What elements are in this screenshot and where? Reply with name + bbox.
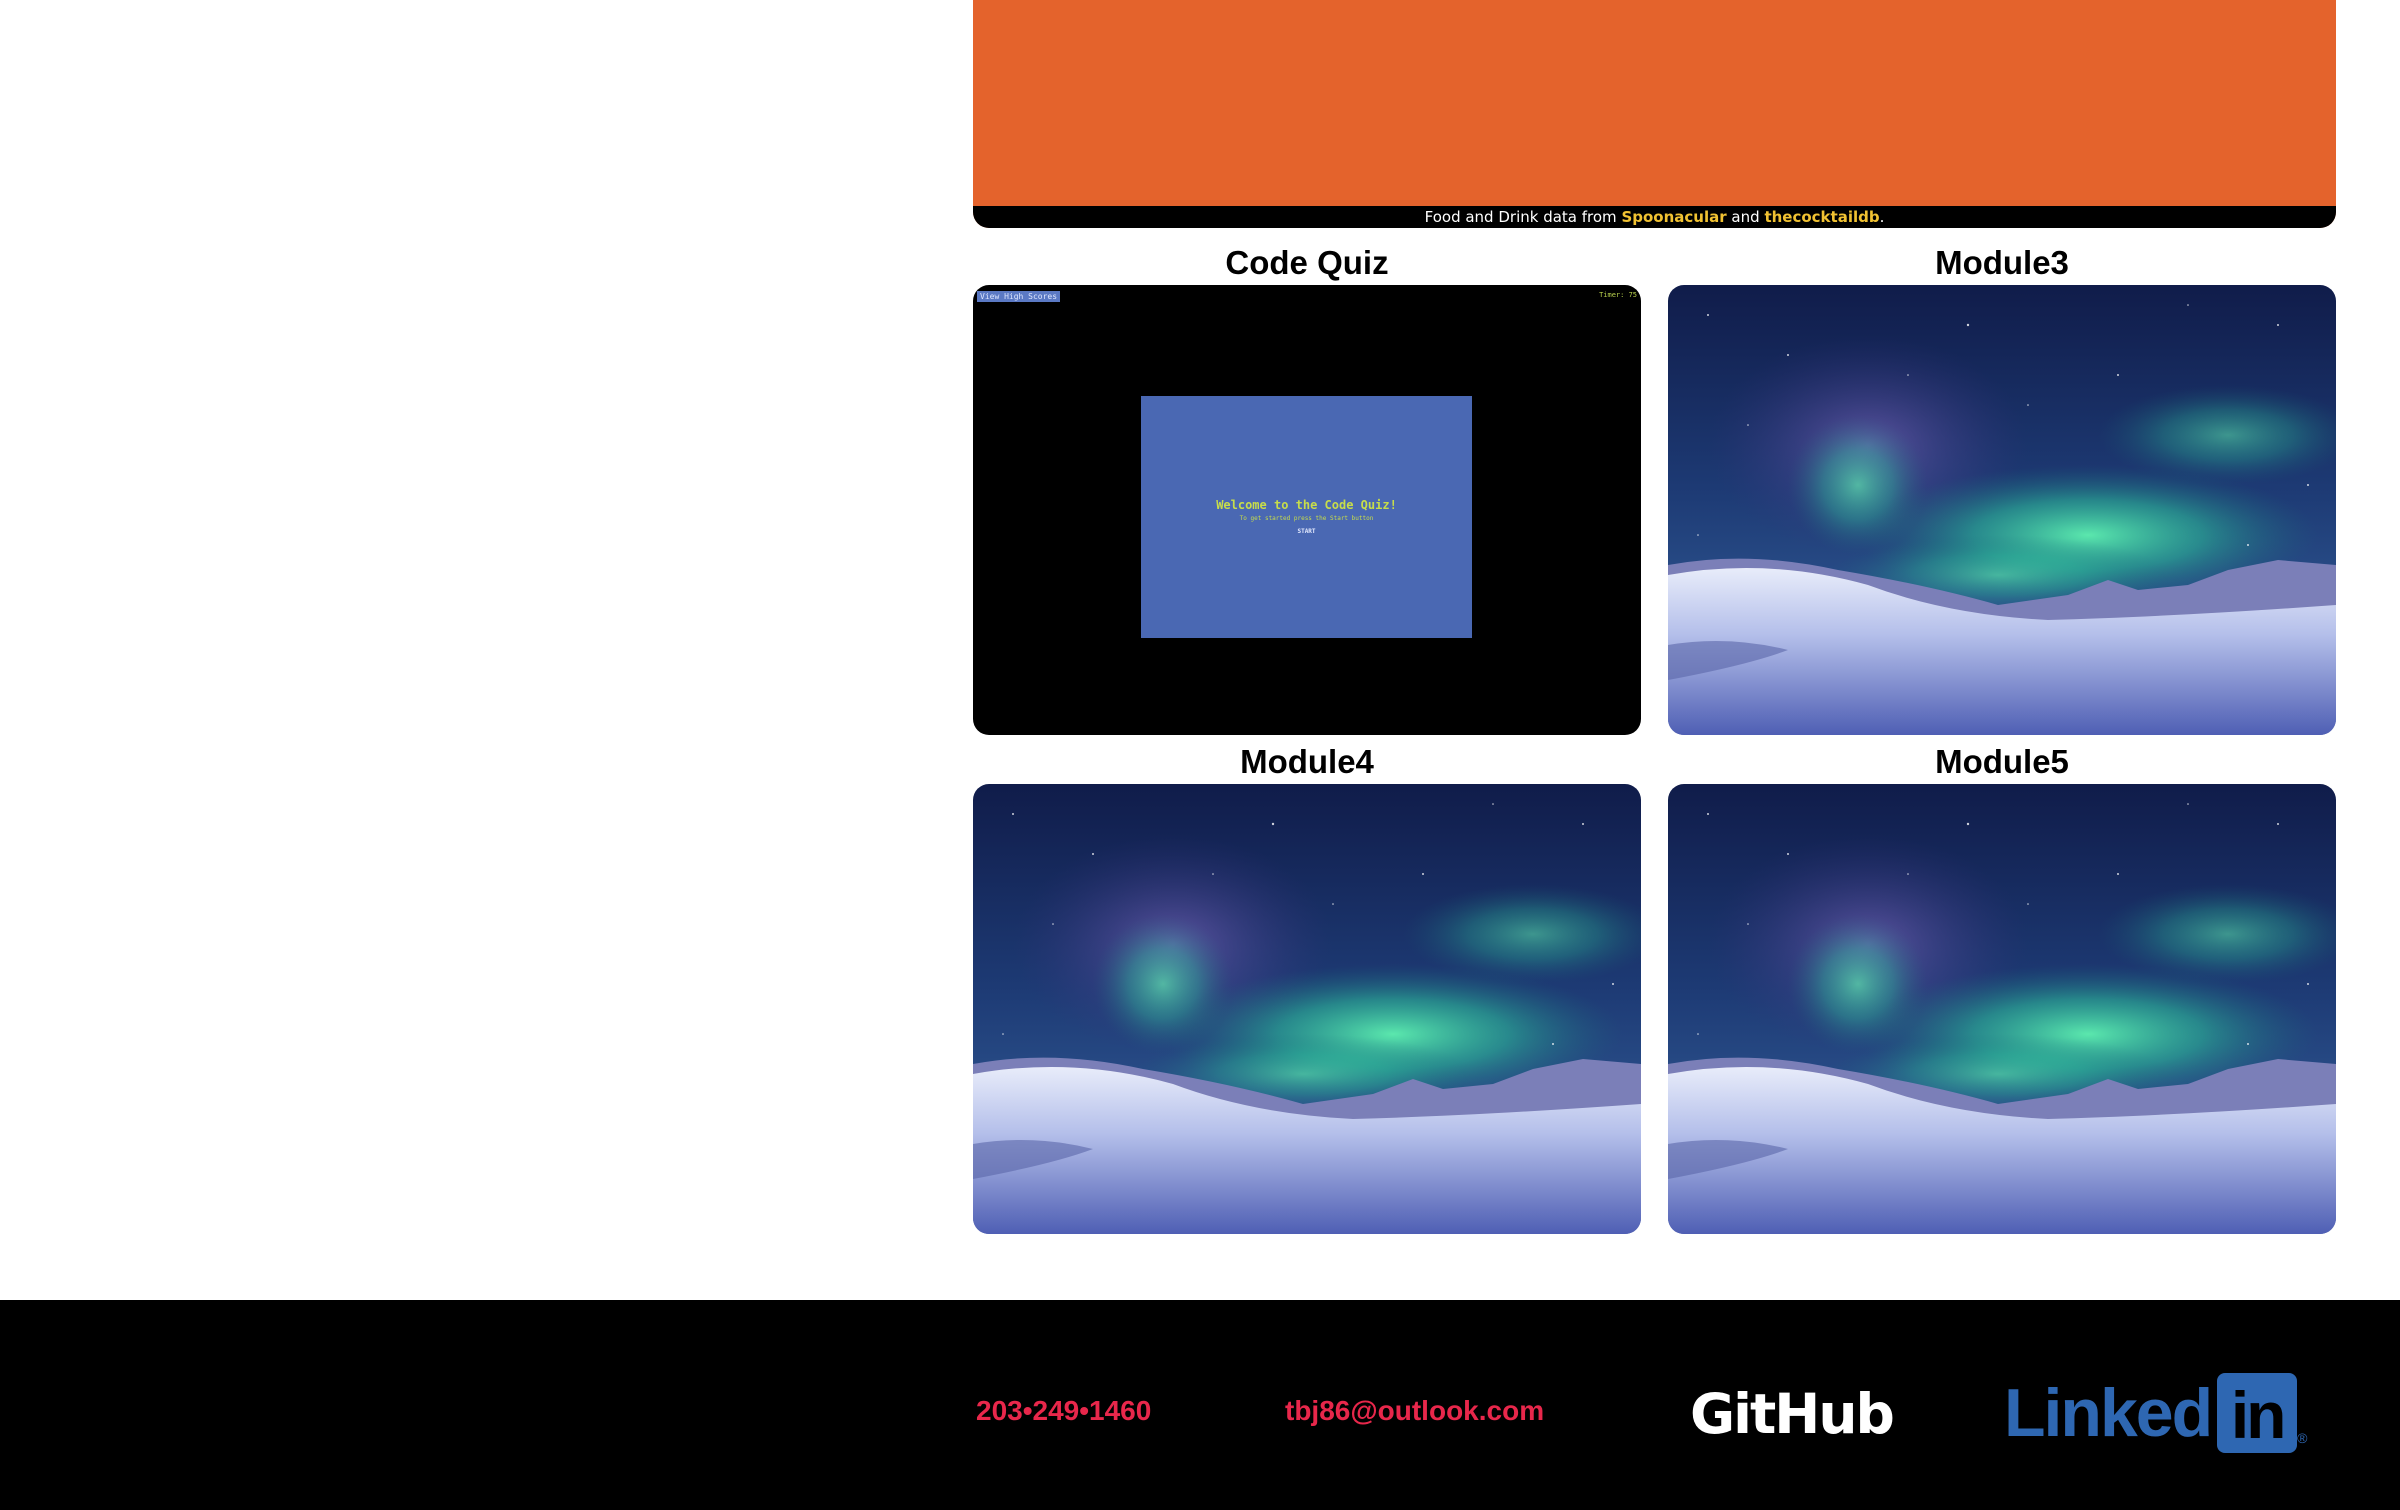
phone-link[interactable]: 203•249•1460 xyxy=(976,1395,1151,1427)
quiz-start-label: START xyxy=(1297,528,1316,535)
aurora-image xyxy=(973,784,1641,1234)
aurora-image xyxy=(1668,285,2336,735)
project-title: Module3 xyxy=(1935,244,2069,281)
project-tile-code-quiz[interactable]: Code Quiz View High Scores Timer: 75 Wel… xyxy=(973,241,1641,735)
high-scores-link: View High Scores xyxy=(977,291,1061,302)
project-tile-module4[interactable]: Module4 xyxy=(973,740,1641,1234)
quiz-subtext: To get started press the Start button xyxy=(1239,515,1374,522)
linkedin-logo-text: Linked xyxy=(2004,1375,2213,1451)
registered-mark: ® xyxy=(2297,1430,2308,1446)
project-title: Module4 xyxy=(1240,743,1374,780)
credit-prefix: Food and Drink data from xyxy=(1424,208,1617,226)
github-link[interactable]: GitHub xyxy=(1690,1382,1895,1446)
project-title: Code Quiz xyxy=(1225,244,1389,281)
spoonacular-link[interactable]: Spoonacular xyxy=(1621,208,1726,226)
credit-and: and xyxy=(1731,208,1760,226)
aurora-landscape-image[interactable] xyxy=(1668,285,2336,735)
data-credit-bar: Food and Drink data from Spoonacular and… xyxy=(973,206,2336,228)
linkedin-logo-box: in xyxy=(2217,1373,2298,1453)
email-link[interactable]: tbj86@outlook.com xyxy=(1285,1395,1544,1427)
project-tile-module5[interactable]: Module5 xyxy=(1668,740,2336,1234)
thecocktaildb-link[interactable]: thecocktaildb xyxy=(1764,208,1879,226)
aurora-landscape-image[interactable] xyxy=(1668,784,2336,1234)
site-footer: 203•249•1460 tbj86@outlook.com GitHub Li… xyxy=(0,1300,2400,1510)
aurora-image xyxy=(1668,784,2336,1234)
credit-suffix: . xyxy=(1879,208,1885,226)
quiz-panel: Welcome to the Code Quiz! To get started… xyxy=(1141,396,1472,638)
quiz-timer: Timer: 75 xyxy=(1599,291,1637,299)
project-tile-module3[interactable]: Module3 xyxy=(1668,241,2336,735)
project-title: Module5 xyxy=(1935,743,2069,780)
quiz-heading: Welcome to the Code Quiz! xyxy=(1216,498,1397,512)
code-quiz-screenshot[interactable]: View High Scores Timer: 75 Welcome to th… xyxy=(973,285,1641,735)
food-drink-project-card[interactable]: Food and Drink data from Spoonacular and… xyxy=(973,0,2336,228)
aurora-landscape-image[interactable] xyxy=(973,784,1641,1234)
linkedin-link[interactable]: Linked in ® xyxy=(2004,1372,2307,1454)
